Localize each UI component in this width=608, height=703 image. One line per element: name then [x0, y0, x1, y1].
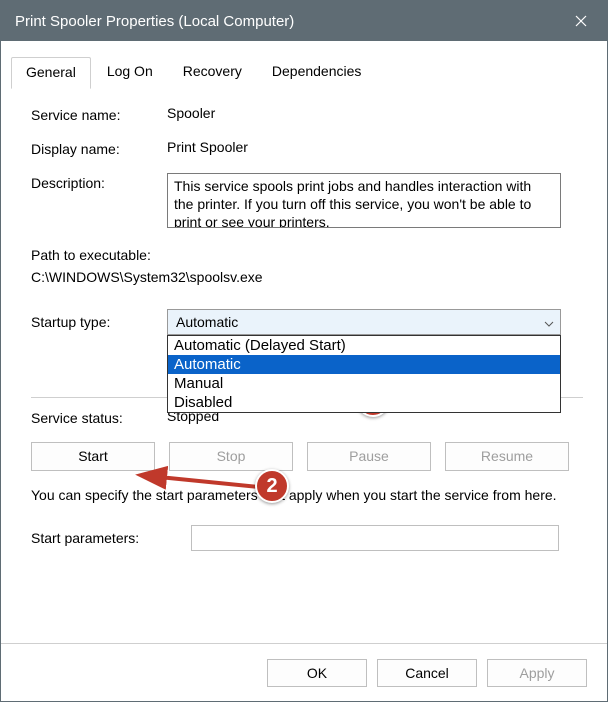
stop-button: Stop [169, 442, 293, 471]
display-name-label: Display name: [31, 139, 167, 157]
path-value: C:\WINDOWS\System32\spoolsv.exe [31, 266, 583, 288]
tab-label: Recovery [183, 63, 242, 79]
description-label: Description: [31, 173, 167, 191]
tab-label: General [26, 64, 76, 80]
combo-selected-text: Automatic [176, 314, 238, 330]
service-name-label: Service name: [31, 105, 167, 123]
apply-button: Apply [487, 659, 587, 687]
service-name-value: Spooler [167, 105, 215, 121]
close-icon [575, 15, 587, 27]
dialog-footer: OK Cancel Apply [1, 643, 607, 701]
window-title: Print Spooler Properties (Local Computer… [15, 13, 294, 30]
pause-button: Pause [307, 442, 431, 471]
annotation-badge-2: 2 [255, 469, 289, 503]
option-automatic[interactable]: Automatic [168, 355, 560, 374]
display-name-value: Print Spooler [167, 139, 248, 155]
startup-type-combo[interactable]: Automatic Automatic (Delayed Start) Auto… [167, 309, 561, 335]
tab-general[interactable]: General [11, 57, 91, 89]
path-label: Path to executable: [31, 244, 583, 266]
close-button[interactable] [559, 1, 603, 41]
option-auto-delayed[interactable]: Automatic (Delayed Start) [168, 336, 560, 355]
option-disabled[interactable]: Disabled [168, 393, 560, 412]
chevron-down-icon [544, 314, 554, 330]
service-status-label: Service status: [31, 408, 167, 426]
start-button[interactable]: Start [31, 442, 155, 471]
tab-dependencies[interactable]: Dependencies [258, 57, 376, 89]
start-params-label: Start parameters: [31, 530, 191, 546]
tab-label: Dependencies [272, 63, 362, 79]
tab-logon[interactable]: Log On [93, 57, 167, 89]
start-params-hint: You can specify the start parameters tha… [31, 485, 583, 505]
start-params-input[interactable] [191, 525, 559, 551]
startup-type-label: Startup type: [31, 314, 167, 330]
combo-display[interactable]: Automatic [167, 309, 561, 335]
tab-content: Service name: Spooler Display name: Prin… [1, 89, 607, 551]
description-box[interactable]: This service spools print jobs and handl… [167, 173, 561, 228]
resume-button: Resume [445, 442, 569, 471]
option-manual[interactable]: Manual [168, 374, 560, 393]
tab-label: Log On [107, 63, 153, 79]
tab-recovery[interactable]: Recovery [169, 57, 256, 89]
cancel-button[interactable]: Cancel [377, 659, 477, 687]
titlebar: Print Spooler Properties (Local Computer… [1, 1, 607, 41]
startup-dropdown: Automatic (Delayed Start) Automatic Manu… [167, 335, 561, 413]
tabstrip: General Log On Recovery Dependencies [1, 41, 607, 89]
dialog-window: Print Spooler Properties (Local Computer… [0, 0, 608, 702]
service-control-buttons: Start Stop Pause Resume [31, 442, 583, 471]
ok-button[interactable]: OK [267, 659, 367, 687]
